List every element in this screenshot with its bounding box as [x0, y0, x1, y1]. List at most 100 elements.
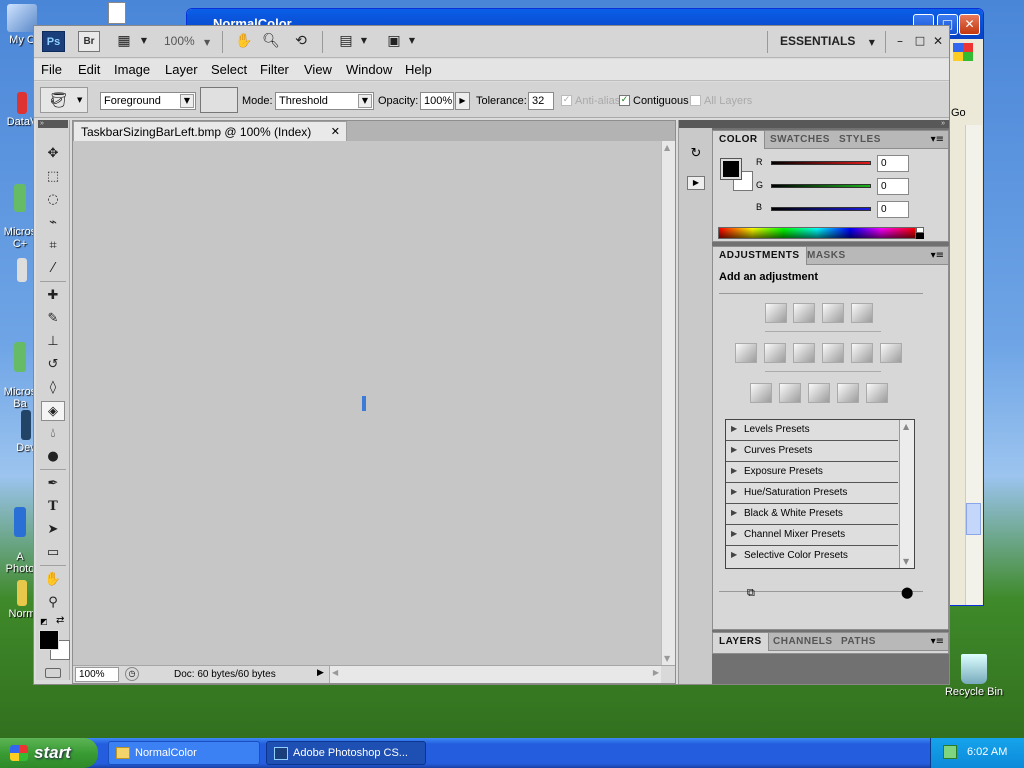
fill-source-select[interactable]: Foreground ▼ [100, 92, 196, 110]
curves-icon[interactable] [822, 303, 844, 323]
shape-tool-icon[interactable]: ▭ [41, 543, 65, 563]
red-slider[interactable] [771, 161, 871, 165]
pattern-picker[interactable] [200, 87, 238, 113]
pen-tool-icon[interactable]: ✒ [41, 474, 65, 494]
green-value-input[interactable]: 0 [877, 178, 909, 195]
brush-tool-icon[interactable]: ✎ [41, 309, 65, 329]
blue-slider[interactable] [771, 207, 871, 211]
start-button[interactable]: start [0, 738, 98, 768]
selective-color-icon[interactable] [866, 383, 888, 403]
zoom-tool-icon[interactable]: 🔍︎ [261, 32, 281, 50]
color-balance-icon[interactable] [793, 343, 815, 363]
menu-view[interactable]: View [304, 62, 332, 77]
list-item[interactable]: Exposure Presets [726, 462, 898, 483]
canvas-image[interactable] [362, 396, 366, 411]
blur-tool-icon[interactable]: 💧︎ [41, 424, 65, 444]
launch-bridge-button[interactable]: Br [78, 31, 100, 52]
recycle-bin[interactable]: Recycle Bin [944, 654, 1004, 698]
path-selection-tool-icon[interactable]: ➤ [41, 520, 65, 540]
eraser-tool-icon[interactable]: ◊ [41, 378, 65, 398]
swap-colors-icon[interactable]: ⇄ [56, 615, 64, 626]
posterize-icon[interactable] [779, 383, 801, 403]
levels-icon[interactable] [793, 303, 815, 323]
list-item[interactable]: Hue/Saturation Presets [726, 483, 898, 504]
hue-saturation-icon[interactable] [764, 343, 786, 363]
tab-swatches[interactable]: SWATCHES [764, 131, 836, 149]
zoom-level-dropdown[interactable]: 100% ▼ [164, 34, 210, 48]
tab-channels[interactable]: CHANNELS [767, 633, 839, 651]
status-menu-icon[interactable]: ◷ [125, 667, 139, 681]
menu-image[interactable]: Image [114, 62, 150, 77]
close-button[interactable]: ✕ [928, 32, 948, 50]
history-brush-tool-icon[interactable]: ↺ [41, 355, 65, 375]
chevron-down-icon[interactable]: ▼ [134, 32, 154, 50]
panel-collapse-icon[interactable] [679, 120, 713, 128]
go-button[interactable]: Go [951, 107, 966, 119]
history-panel-icon[interactable]: ↻ [687, 146, 705, 164]
invert-icon[interactable] [750, 383, 772, 403]
workspace-switcher[interactable]: ESSENTIALS ▼ [780, 34, 875, 48]
menu-select[interactable]: Select [211, 62, 247, 77]
green-slider[interactable] [771, 184, 871, 188]
list-item[interactable]: Channel Mixer Presets [726, 525, 898, 546]
blue-value-input[interactable]: 0 [877, 201, 909, 218]
menu-help[interactable]: Help [405, 62, 432, 77]
menu-edit[interactable]: Edit [78, 62, 100, 77]
black-white-icon[interactable] [822, 343, 844, 363]
marquee-tool-icon[interactable]: ⬚ [41, 167, 65, 187]
scroll-down-icon[interactable]: ▼ [903, 557, 909, 566]
vibrance-icon[interactable] [735, 343, 757, 363]
type-tool-icon[interactable]: T [41, 497, 65, 517]
screen-mode-icon[interactable]: ▣ [384, 32, 404, 50]
paint-bucket-tool-icon[interactable]: ◈ [41, 401, 65, 421]
clock[interactable]: 6:02 AM [967, 746, 1007, 758]
tolerance-input[interactable]: 32 [528, 92, 554, 110]
horizontal-scrollbar[interactable]: ◀ ▶ [329, 666, 661, 683]
color-ramp-black-swatch[interactable] [916, 233, 924, 239]
lasso-tool-icon[interactable]: ◌ [41, 190, 65, 210]
exposure-icon[interactable] [851, 303, 873, 323]
scroll-up-icon[interactable]: ▲ [664, 143, 670, 152]
document-tab[interactable]: TaskbarSizingBarLeft.bmp @ 100% (Index) … [73, 121, 347, 141]
menu-file[interactable]: File [41, 62, 62, 77]
scroll-left-icon[interactable]: ◀ [332, 668, 338, 677]
tab-color[interactable]: COLOR [713, 131, 765, 149]
tab-layers[interactable]: LAYERS [713, 633, 769, 651]
tab-masks[interactable]: MASKS [801, 247, 852, 265]
vertical-scrollbar[interactable]: ▲ ▼ [661, 141, 675, 665]
quick-selection-tool-icon[interactable]: ⌁ [41, 213, 65, 233]
bg-scroll-thumb[interactable] [966, 503, 981, 535]
presets-list[interactable]: Levels Presets Curves Presets Exposure P… [725, 419, 915, 569]
scroll-right-icon[interactable]: ▶ [653, 668, 659, 677]
scroll-up-icon[interactable]: ▲ [903, 422, 909, 431]
tool-preset-picker[interactable]: 🪣︎ ▼ [40, 87, 88, 113]
opacity-slider-button[interactable]: ▶ [455, 92, 470, 110]
presets-scrollbar[interactable]: ▲ ▼ [899, 420, 914, 568]
chevron-down-icon[interactable]: ▼ [354, 32, 374, 50]
panel-collapse-icon[interactable]: » [38, 120, 68, 128]
hand-tool-icon[interactable]: ✋ [41, 570, 65, 590]
panel-menu-icon[interactable]: ▾≡ [931, 636, 944, 647]
all-layers-checkbox[interactable] [690, 95, 701, 106]
panel-menu-icon[interactable]: ▾≡ [931, 250, 944, 261]
default-colors-icon[interactable]: ◩ [40, 617, 50, 627]
actions-panel-icon[interactable]: ▶ [687, 176, 705, 190]
bg-close-button[interactable]: ✕ [959, 14, 980, 35]
taskbar-item-normalcolor[interactable]: NormalColor [108, 741, 260, 765]
return-to-list-icon[interactable]: ⧉ [747, 586, 763, 600]
view-extras-icon[interactable]: ▦ [114, 32, 134, 50]
dodge-tool-icon[interactable]: ● [41, 447, 65, 467]
opacity-input[interactable]: 100% [420, 92, 454, 110]
panel-dock-header[interactable]: » [712, 120, 949, 128]
blend-mode-select[interactable]: Threshold ▼ [275, 92, 374, 110]
color-ramp[interactable] [718, 227, 916, 239]
contiguous-checkbox[interactable]: ✓ [619, 95, 630, 106]
eyedropper-tool-icon[interactable]: ⁄ [41, 259, 65, 279]
gradient-map-icon[interactable] [837, 383, 859, 403]
quick-mask-icon[interactable] [45, 668, 61, 678]
scroll-down-icon[interactable]: ▼ [664, 654, 670, 663]
channel-mixer-icon[interactable] [880, 343, 902, 363]
tab-adjustments[interactable]: ADJUSTMENTS [713, 247, 807, 265]
chevron-down-icon[interactable]: ▼ [402, 32, 422, 50]
zoom-field[interactable]: 100% [75, 667, 119, 682]
